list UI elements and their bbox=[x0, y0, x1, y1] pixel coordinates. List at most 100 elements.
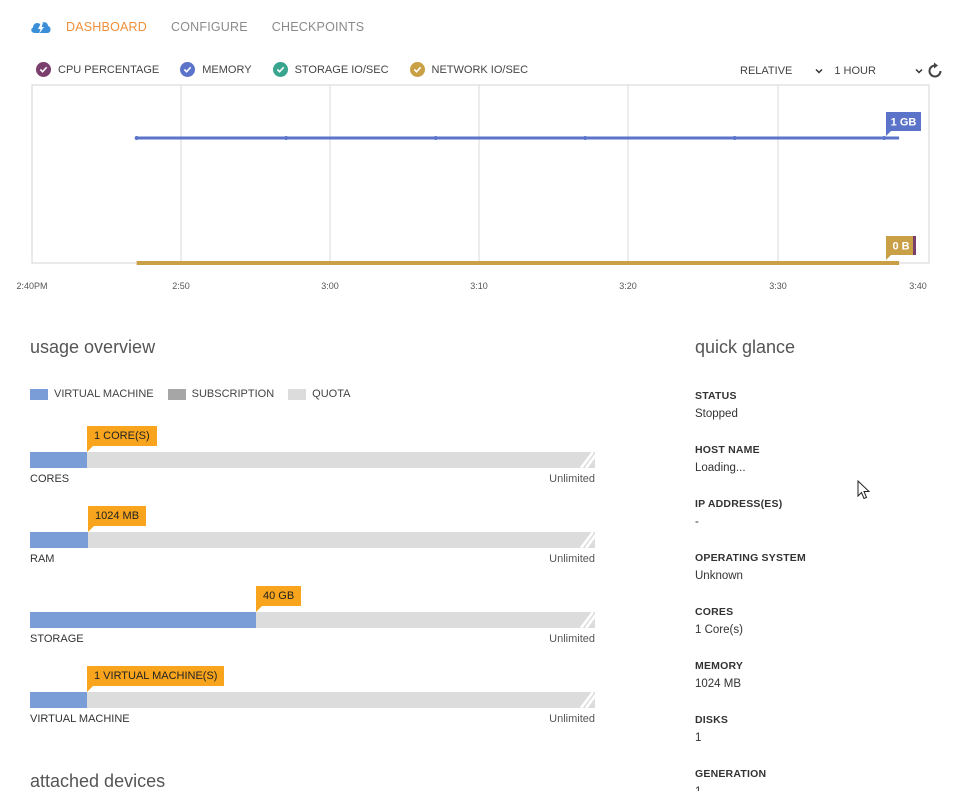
attached-devices-title: attached devices bbox=[30, 771, 166, 791]
usage-label: CORES bbox=[30, 473, 70, 485]
unlimited-slash-icon bbox=[580, 452, 595, 468]
x-tick-label: 3:30 bbox=[769, 281, 787, 291]
refresh-icon[interactable] bbox=[926, 62, 944, 80]
quick-glance-label: CORES bbox=[695, 606, 734, 618]
usage-bar: 1 CORE(S) CORES Unlimited bbox=[30, 426, 595, 488]
x-tick-label: 2:50 bbox=[172, 281, 190, 291]
quick-glance-item: DISKS 1 bbox=[695, 714, 935, 768]
quick-glance-value: - bbox=[695, 516, 699, 528]
top-nav: DASHBOARD CONFIGURE CHECKPOINTS bbox=[30, 16, 388, 38]
mouse-cursor-icon bbox=[857, 480, 871, 500]
series-point bbox=[433, 136, 438, 140]
chevron-down-icon bbox=[815, 68, 823, 74]
usage-legend: VIRTUAL MACHINE SUBSCRIPTION QUOTA bbox=[30, 388, 364, 400]
usage-track bbox=[30, 692, 595, 708]
series-badge-edge bbox=[913, 236, 916, 255]
usage-bar: 1 VIRTUAL MACHINE(S) VIRTUAL MACHINE Unlim… bbox=[30, 666, 595, 728]
metrics-chart: 2:40PM 2:50 3:00 3:10 3:20 3:30 3:40 1 GB 0 B bbox=[16, 84, 930, 291]
metric-label: NETWORK IO/SEC bbox=[431, 63, 529, 76]
range-mode-value: RELATIVE bbox=[740, 65, 793, 77]
tab-dashboard[interactable]: DASHBOARD bbox=[66, 20, 147, 34]
usage-limit: Unlimited bbox=[549, 553, 595, 565]
legend-virtual-machine: VIRTUAL MACHINE bbox=[30, 388, 154, 400]
quick-glance-value: 1024 MB bbox=[695, 678, 742, 690]
x-tick-label: 3:40 bbox=[909, 281, 927, 291]
series-value-label: 1 GB bbox=[891, 117, 917, 129]
range-window-value: 1 HOUR bbox=[834, 65, 876, 77]
quick-glance-value: Loading... bbox=[695, 462, 746, 474]
metric-label: CPU PERCENTAGE bbox=[58, 63, 160, 76]
series-point bbox=[882, 136, 887, 140]
metric-label: MEMORY bbox=[202, 63, 252, 76]
legend-swatch bbox=[167, 388, 186, 400]
usage-bar: 1024 MB RAM Unlimited bbox=[30, 506, 595, 568]
check-icon bbox=[272, 62, 288, 77]
series-point bbox=[583, 136, 588, 140]
chart-plot-area bbox=[31, 84, 930, 264]
unlimited-slash-icon bbox=[580, 612, 595, 628]
usage-track bbox=[30, 452, 595, 468]
usage-label: VIRTUAL MACHINE bbox=[30, 713, 130, 725]
check-icon bbox=[180, 62, 196, 77]
usage-limit: Unlimited bbox=[549, 713, 595, 725]
legend-label: VIRTUAL MACHINE bbox=[54, 388, 154, 400]
range-controls: RELATIVE 1 HOUR bbox=[740, 62, 944, 80]
quick-glance-title: quick glance bbox=[695, 337, 796, 357]
quick-glance-value: Stopped bbox=[695, 408, 738, 420]
unlimited-slash-icon bbox=[580, 532, 595, 548]
usage-fill bbox=[30, 612, 256, 628]
series-point bbox=[284, 136, 289, 140]
legend-label: QUOTA bbox=[312, 388, 351, 400]
quick-glance-list: STATUS Stopped HOST NAME Loading... IP ADDRE… bbox=[695, 390, 935, 791]
legend-label: SUBSCRIPTION bbox=[191, 388, 275, 400]
range-window-dropdown[interactable]: 1 HOUR bbox=[834, 65, 924, 77]
usage-label: RAM bbox=[30, 553, 55, 565]
metric-label: STORAGE IO/SEC bbox=[294, 63, 389, 76]
quick-glance-label: GENERATION bbox=[695, 768, 767, 780]
quick-glance-value: 1 Core(s) bbox=[695, 624, 743, 636]
x-tick-label: 3:20 bbox=[619, 281, 637, 291]
quick-glance-label: DISKS bbox=[695, 714, 729, 726]
quick-glance-item: IP ADDRESS(ES) - bbox=[695, 498, 935, 552]
legend-subscription: SUBSCRIPTION bbox=[167, 388, 275, 400]
legend-swatch bbox=[30, 388, 48, 400]
x-tick-label: 2:40PM bbox=[16, 281, 47, 291]
x-tick-label: 3:00 bbox=[321, 281, 339, 291]
quick-glance-item: HOST NAME Loading... bbox=[695, 444, 935, 498]
metric-legend: CPU PERCENTAGE MEMORY STORAGE IO/SEC NET… bbox=[36, 62, 549, 77]
usage-label: STORAGE bbox=[30, 633, 84, 645]
quick-glance-item: CORES 1 Core(s) bbox=[695, 606, 935, 660]
quick-glance-label: STATUS bbox=[695, 390, 737, 402]
metric-toggle-storage[interactable]: STORAGE IO/SEC bbox=[272, 62, 389, 77]
quick-glance-item: GENERATION 1 bbox=[695, 768, 935, 791]
quick-glance-value: 1 bbox=[695, 786, 935, 791]
metric-toggle-memory[interactable]: MEMORY bbox=[180, 62, 252, 77]
range-mode-dropdown[interactable]: RELATIVE bbox=[740, 65, 824, 77]
metric-toggle-cpu[interactable]: CPU PERCENTAGE bbox=[36, 62, 159, 77]
usage-badge: 1 CORE(S) bbox=[87, 426, 157, 452]
quick-glance-item: MEMORY 1024 MB bbox=[695, 660, 935, 714]
tab-configure[interactable]: CONFIGURE bbox=[171, 20, 248, 34]
check-icon bbox=[409, 62, 425, 77]
usage-bar: 40 GB STORAGE Unlimited bbox=[30, 586, 595, 648]
usage-track bbox=[30, 532, 595, 548]
unlimited-slash-icon bbox=[580, 692, 595, 708]
usage-fill bbox=[30, 452, 87, 468]
quick-glance-item: OPERATING SYSTEM Unknown bbox=[695, 552, 935, 606]
quick-glance-label: MEMORY bbox=[695, 660, 744, 672]
usage-track bbox=[30, 612, 595, 628]
series-value-badge bbox=[886, 112, 921, 131]
usage-badge: 1024 MB bbox=[88, 506, 147, 532]
quick-glance-item: STATUS Stopped bbox=[695, 390, 935, 444]
tab-checkpoints[interactable]: CHECKPOINTS bbox=[272, 20, 365, 34]
usage-limit: Unlimited bbox=[549, 633, 595, 645]
series-badge-pointer bbox=[886, 131, 891, 136]
metric-toggle-network[interactable]: NETWORK IO/SEC bbox=[409, 62, 529, 77]
quick-glance-value: Unknown bbox=[695, 570, 743, 582]
usage-fill bbox=[30, 692, 87, 708]
usage-fill bbox=[30, 532, 88, 548]
series-point bbox=[134, 136, 139, 140]
check-icon bbox=[36, 62, 51, 77]
cloud-lightning-icon bbox=[31, 22, 51, 34]
chevron-down-icon bbox=[915, 68, 923, 74]
